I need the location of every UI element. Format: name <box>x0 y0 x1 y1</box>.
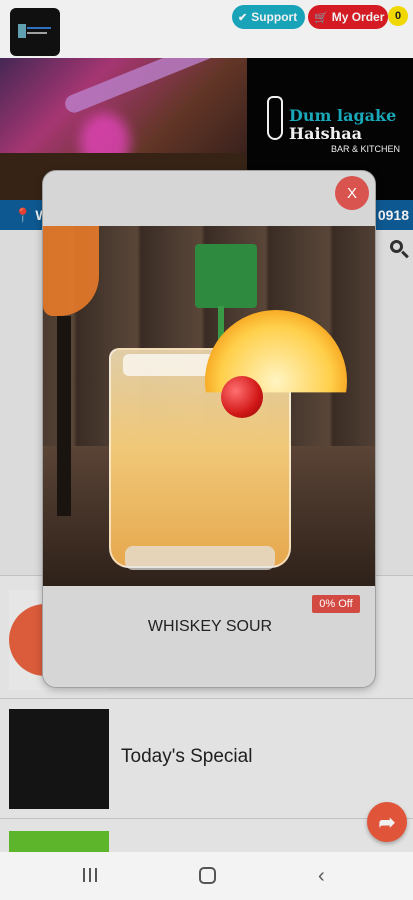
item-name: WHISKEY SOUR <box>147 618 273 635</box>
item-detail-modal: X 0% Off WHISKEY SOUR <box>42 170 376 688</box>
system-nav-bar: ‹ <box>0 852 413 900</box>
close-button[interactable]: X <box>335 176 369 210</box>
home-icon[interactable] <box>199 867 216 884</box>
item-photo <box>43 226 375 586</box>
discount-badge: 0% Off <box>312 595 360 613</box>
recent-apps-icon[interactable] <box>83 868 99 882</box>
back-icon[interactable]: ‹ <box>318 866 332 886</box>
